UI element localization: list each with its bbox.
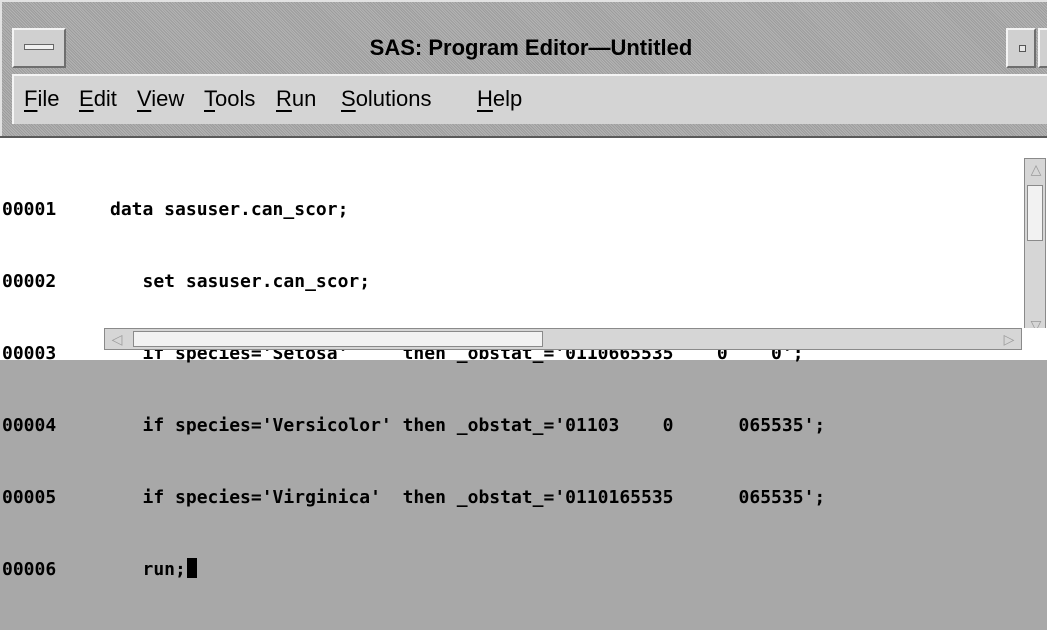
menu-help[interactable]: Help (477, 86, 522, 112)
scroll-right-arrow-icon[interactable]: ▷ (1000, 330, 1018, 348)
code-line[interactable]: 00004 if species='Versicolor' then _obst… (0, 414, 1000, 438)
menu-help-label: elp (492, 86, 523, 111)
code-text[interactable]: data sasuser.can_scor; (110, 198, 348, 222)
window-menu-bar-glyph (24, 44, 54, 50)
menu-solutions-label: olutions (355, 86, 432, 111)
vertical-scrollbar[interactable]: △ ▽ (1024, 158, 1046, 340)
code-line[interactable]: 00002 set sasuser.can_scor; (0, 270, 1000, 294)
menu-view[interactable]: View (137, 86, 184, 112)
code-text[interactable]: if species='Virginica' then _obstat_='01… (110, 486, 826, 510)
menu-edit-mnemonic: E (79, 86, 94, 111)
menu-file-mnemonic: F (24, 86, 38, 111)
line-number: 00001 (2, 199, 57, 220)
minimize-icon (1019, 45, 1026, 52)
menu-run[interactable]: Run (276, 86, 316, 112)
horizontal-scrollbar[interactable]: ◁ ▷ (104, 328, 1022, 350)
scroll-left-arrow-icon[interactable]: ◁ (108, 330, 126, 348)
menu-solutions-mnemonic: S (341, 86, 356, 111)
menu-tools-label: ools (215, 86, 256, 111)
scroll-up-arrow-icon[interactable]: △ (1028, 161, 1044, 177)
maximize-button[interactable] (1038, 28, 1047, 68)
program-editor-area[interactable]: 00001 data sasuser.can_scor; 00002 set sa… (0, 136, 1047, 580)
text-cursor (186, 558, 197, 578)
code-line[interactable]: 00001 data sasuser.can_scor; (0, 198, 1000, 222)
code-lines: 00001 data sasuser.can_scor; 00002 set sa… (0, 150, 1000, 630)
menu-run-mnemonic: R (276, 86, 292, 111)
menu-bar: File Edit View Tools Run Solutions Help (12, 74, 1047, 124)
menu-tools[interactable]: Tools (204, 86, 255, 112)
window-title: SAS: Program Editor—Untitled (369, 35, 693, 60)
code-text[interactable]: run; (110, 558, 186, 582)
menu-view-mnemonic: V (137, 86, 152, 111)
code-text[interactable]: set sasuser.can_scor; (110, 270, 371, 294)
menu-file[interactable]: File (24, 86, 59, 112)
menu-tools-mnemonic: T (204, 86, 215, 111)
line-number: 00005 (2, 487, 57, 508)
minimize-button[interactable] (1006, 28, 1036, 68)
code-line[interactable]: 00005 if species='Virginica' then _obsta… (0, 486, 1000, 510)
line-number: 00006 (2, 559, 57, 580)
menu-file-label: ile (37, 86, 60, 111)
code-text[interactable]: if species='Versicolor' then _obstat_='0… (110, 414, 826, 438)
menu-view-label: iew (151, 86, 185, 111)
menu-run-label: un (291, 86, 317, 111)
vertical-scroll-thumb[interactable] (1027, 185, 1043, 241)
scrollbar-corner (1024, 328, 1046, 350)
line-number: 00003 (2, 343, 57, 364)
line-number: 00002 (2, 271, 57, 292)
menu-help-mnemonic: H (477, 86, 493, 111)
menu-solutions[interactable]: Solutions (341, 86, 432, 112)
code-line[interactable]: 00006 run; (0, 558, 1000, 582)
menu-edit-label: dit (93, 86, 117, 111)
menu-edit[interactable]: Edit (79, 86, 117, 112)
horizontal-scroll-thumb[interactable] (133, 331, 543, 347)
line-number: 00004 (2, 415, 57, 436)
window-menu-icon[interactable] (12, 28, 66, 68)
